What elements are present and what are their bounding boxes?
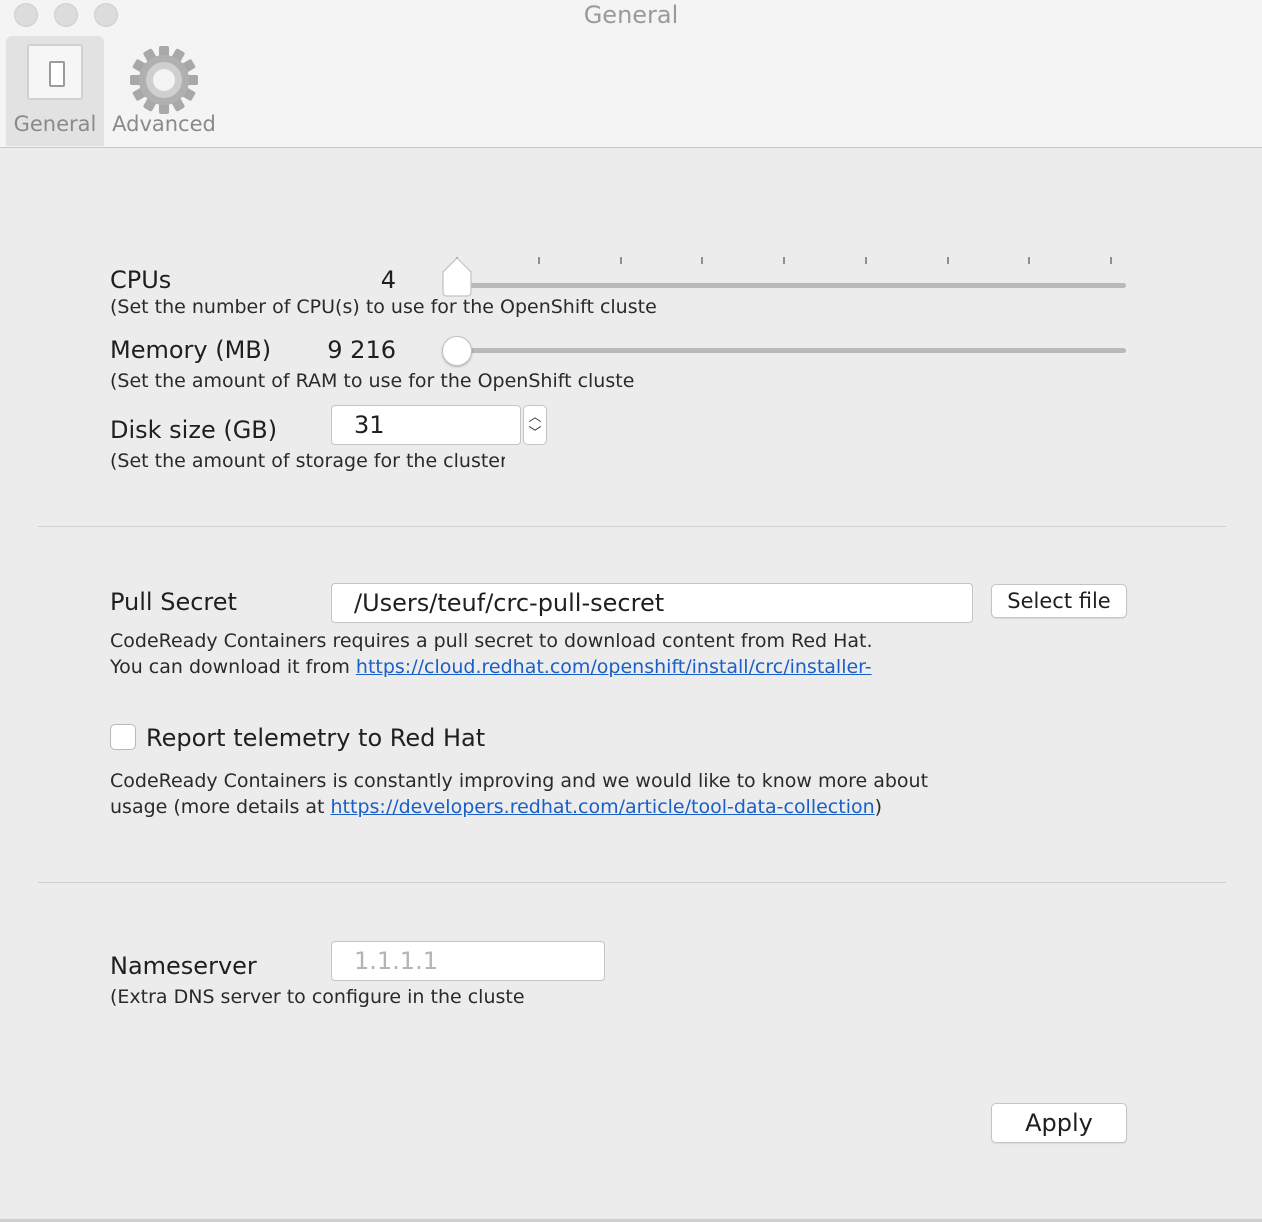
section-divider (38, 882, 1226, 883)
nameserver-hint: (Extra DNS server to configure in the cl… (110, 986, 524, 1008)
select-file-button[interactable]: Select file (991, 584, 1127, 618)
telemetry-desc-prefix: usage (more details at (110, 796, 331, 818)
pull-secret-download-link[interactable]: https://cloud.redhat.com/openshift/insta… (356, 656, 872, 678)
cpus-slider-tick (701, 257, 704, 264)
cpus-slider-tick (946, 257, 949, 264)
cpus-slider-track[interactable] (442, 283, 1126, 288)
cpus-value: 4 (380, 266, 396, 294)
memory-hint: (Set the amount of RAM to use for the Op… (110, 370, 635, 392)
tab-advanced[interactable]: Advanced (108, 36, 220, 146)
cpus-slider-tick (1110, 257, 1112, 264)
cpus-slider-tick (864, 257, 867, 264)
pull-secret-desc-line1: CodeReady Containers requires a pull sec… (110, 630, 873, 652)
stepper-down-icon[interactable]: ﹀ (524, 427, 546, 441)
disk-size-field[interactable]: 31 (331, 405, 521, 445)
memory-slider-knob[interactable] (442, 336, 472, 366)
nameserver-field[interactable]: 1.1.1.1 (331, 941, 605, 981)
tab-advanced-label: Advanced (112, 112, 216, 136)
cpus-slider-tick (619, 257, 622, 264)
pull-secret-desc-prefix: You can download it from (110, 656, 356, 678)
memory-slider-track[interactable] (442, 348, 1126, 353)
disk-hint: (Set the amount of storage for the clust… (110, 450, 505, 472)
telemetry-label[interactable]: Report telemetry to Red Hat (146, 724, 485, 752)
memory-value: 9 216 (327, 336, 396, 364)
pull-secret-field[interactable]: /Users/teuf/crc-pull-secret (331, 583, 973, 623)
apply-button[interactable]: Apply (991, 1103, 1127, 1143)
cpus-slider-tick (1028, 257, 1031, 264)
telemetry-checkbox[interactable] (110, 724, 136, 750)
telemetry-desc-suffix: ) (874, 796, 883, 818)
tab-general-label: General (13, 112, 97, 136)
gear-icon (130, 46, 198, 114)
cpus-slider-knob[interactable] (440, 256, 474, 298)
section-divider (38, 526, 1226, 527)
window-toolbar: General General Advanced (0, 0, 1262, 148)
disk-label: Disk size (GB) (110, 416, 278, 444)
telemetry-desc-line2: usage (more details at https://developer… (110, 796, 1010, 818)
cpus-slider-tick (783, 257, 785, 264)
disk-size-stepper[interactable]: ︿ ﹀ (523, 405, 547, 445)
pull-secret-desc-line2: You can download it from https://cloud.r… (110, 656, 1010, 678)
nameserver-label: Nameserver (110, 952, 257, 980)
stepper-up-icon[interactable]: ︿ (524, 411, 546, 425)
switch-icon (27, 44, 83, 100)
telemetry-details-link[interactable]: https://developers.redhat.com/article/to… (331, 796, 875, 818)
cpus-label: CPUs (110, 266, 172, 294)
pull-secret-label: Pull Secret (110, 588, 237, 616)
memory-label: Memory (MB) (110, 336, 272, 364)
telemetry-desc-line1: CodeReady Containers is constantly impro… (110, 770, 929, 792)
tab-general[interactable]: General (6, 36, 104, 146)
cpus-hint: (Set the number of CPU(s) to use for the… (110, 296, 657, 318)
cpus-slider-tick (537, 257, 540, 264)
window-title: General (583, 1, 679, 29)
